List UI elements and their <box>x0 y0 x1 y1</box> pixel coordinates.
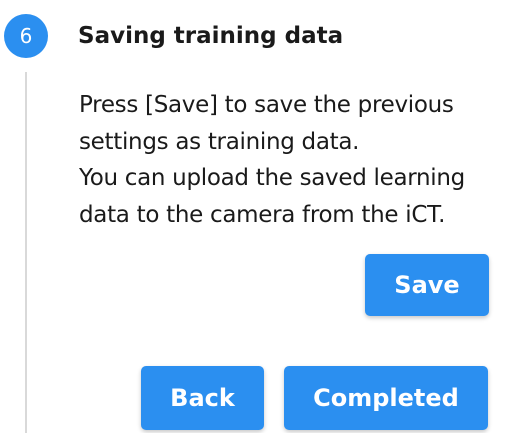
step-title: Saving training data <box>78 23 344 49</box>
step-description: Press [Save] to save the previous settin… <box>79 87 503 233</box>
step-number-badge: 6 <box>4 14 48 58</box>
description-line: settings as training data. <box>79 128 360 155</box>
description-line: You can upload the saved learning <box>79 165 465 191</box>
description-line: data to the camera from the iCT. <box>79 201 446 228</box>
description-line: Press [Save] to save the previous <box>79 92 454 118</box>
completed-button[interactable]: Completed <box>284 366 488 430</box>
back-button[interactable]: Back <box>141 366 264 430</box>
step-connector-line <box>25 72 27 433</box>
save-button[interactable]: Save <box>365 254 489 316</box>
